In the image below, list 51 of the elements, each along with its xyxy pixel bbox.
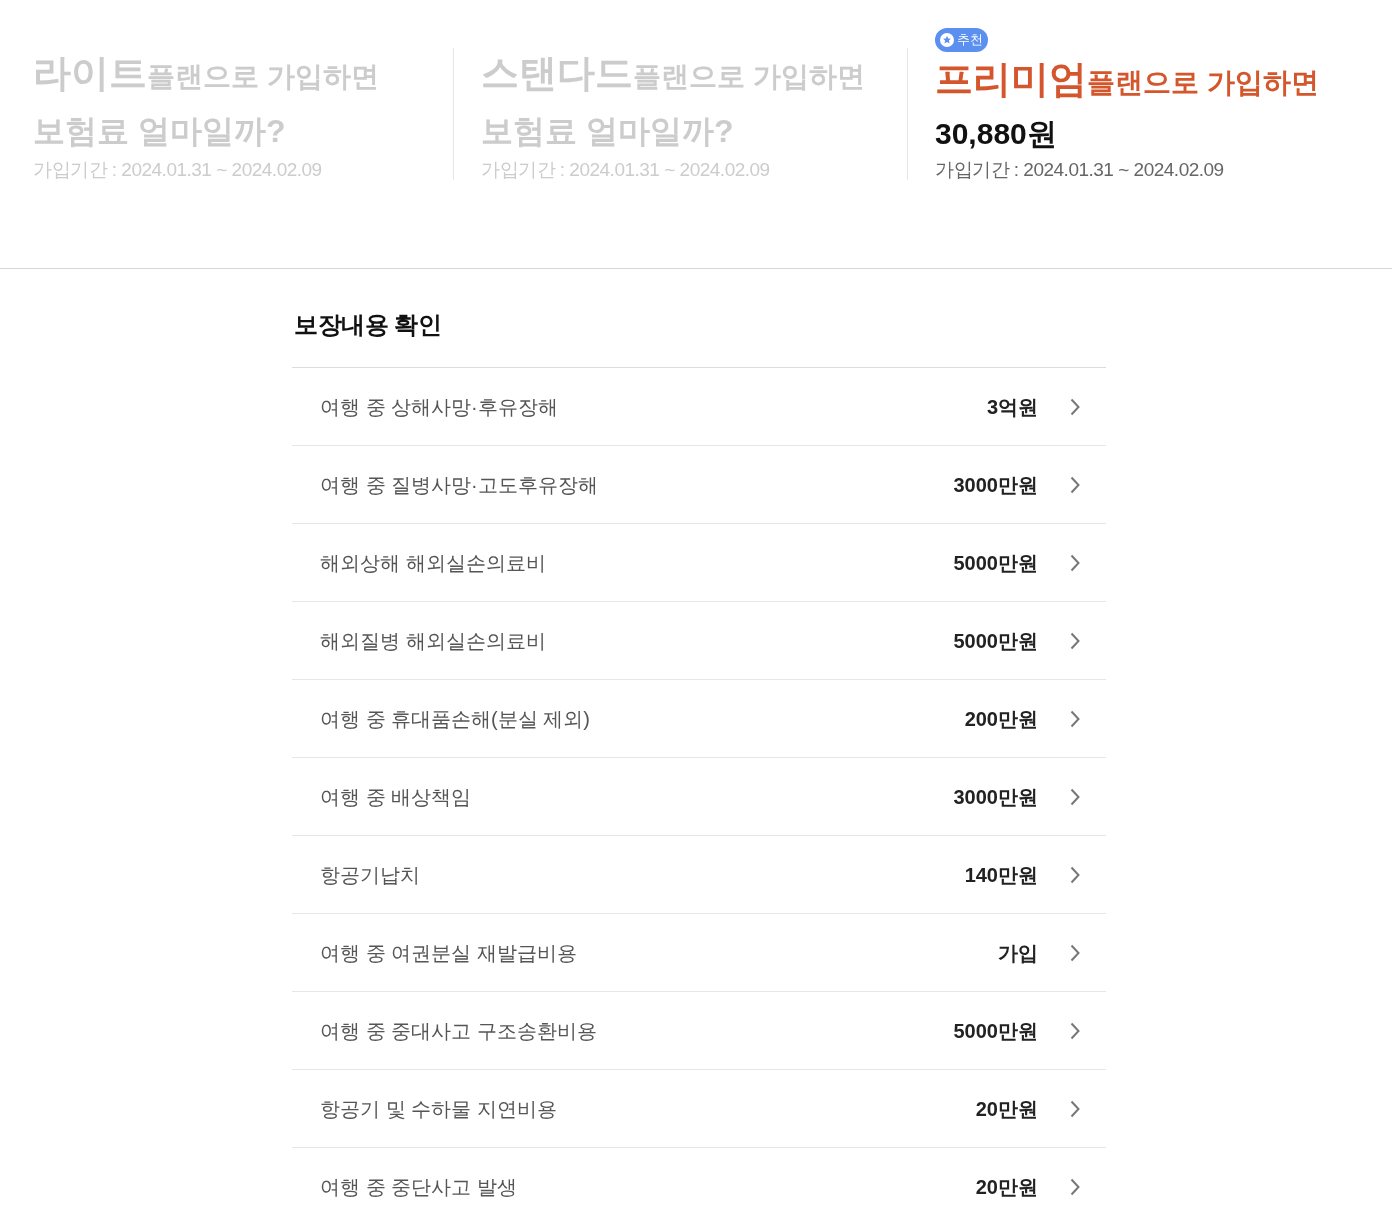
coverage-label: 여행 중 배상책임	[320, 784, 473, 810]
coverage-amount: 20만원	[975, 1174, 1038, 1200]
coverage-amount: 3000만원	[953, 784, 1038, 810]
price: 30,880원	[935, 116, 1058, 152]
coverage-label: 여행 중 중단사고 발생	[320, 1174, 518, 1200]
chevron-right-icon	[1070, 1099, 1080, 1118]
coverage-amount: 3억원	[986, 394, 1038, 420]
chevron-right-icon	[1070, 787, 1080, 806]
chevron-right-icon	[1070, 943, 1080, 962]
chevron-right-icon	[1070, 631, 1080, 650]
plan-option[interactable]: 추천 프리미엄 플랜으로 가입하면 30,880원 가입기간 : 2024.01.31 ~ 2024.02.09	[908, 0, 1362, 268]
coverage-label: 여행 중 중대사고 구조송환비용	[320, 1018, 598, 1044]
chevron-right-icon	[1070, 475, 1080, 494]
coverage-amount: 가입	[998, 940, 1038, 966]
chevron-right-icon	[1070, 397, 1080, 416]
star-icon	[940, 33, 954, 47]
coverage-row[interactable]: 여행 중 질병사망·고도후유장해 3000만원	[292, 446, 1106, 524]
coverage-label: 항공기 및 수하물 지연비용	[320, 1096, 558, 1122]
coverage-row[interactable]: 항공기납치 140만원	[292, 836, 1106, 914]
section-title: 보장내용 확인	[293, 310, 443, 340]
coverage-row[interactable]: 여행 중 중단사고 발생 20만원	[292, 1148, 1106, 1224]
coverage-row[interactable]: 해외질병 해외실손의료비 5000만원	[292, 602, 1106, 680]
chevron-right-icon	[1070, 1021, 1080, 1040]
coverage-amount: 3000만원	[953, 472, 1038, 498]
coverage-label: 여행 중 상해사망·후유장해	[320, 394, 559, 420]
coverage-label: 해외상해 해외실손의료비	[320, 550, 547, 576]
coverage-row[interactable]: 해외상해 해외실손의료비 5000만원	[292, 524, 1106, 602]
coverage-label: 해외질병 해외실손의료비	[320, 628, 547, 654]
chevron-right-icon	[1070, 553, 1080, 572]
coverage-amount: 5000만원	[953, 1018, 1038, 1044]
coverage-row[interactable]: 여행 중 상해사망·후유장해 3억원	[292, 368, 1106, 446]
recommend-badge: 추천	[935, 28, 988, 52]
coverage-label: 여행 중 여권분실 재발급비용	[320, 940, 578, 966]
chevron-right-icon	[1070, 709, 1080, 728]
coverage-label: 여행 중 질병사망·고도후유장해	[320, 472, 599, 498]
plan-title: 프리미엄 플랜으로 가입하면	[935, 57, 1320, 102]
coverage-label: 항공기납치	[320, 862, 421, 888]
coverage-row[interactable]: 여행 중 배상책임 3000만원	[292, 758, 1106, 836]
coverage-row[interactable]: 여행 중 휴대품손해(분실 제외) 200만원	[292, 680, 1106, 758]
coverage-amount: 5000만원	[953, 550, 1038, 576]
coverage-amount: 5000만원	[953, 628, 1038, 654]
coverage-row[interactable]: 여행 중 중대사고 구조송환비용 5000만원	[292, 992, 1106, 1070]
period-text: 가입기간 : 2024.01.31 ~ 2024.02.09	[935, 158, 1225, 182]
coverage-row[interactable]: 항공기 및 수하물 지연비용 20만원	[292, 1070, 1106, 1148]
coverage-amount: 20만원	[975, 1096, 1038, 1122]
chevron-right-icon	[1070, 1177, 1080, 1196]
coverage-amount: 200만원	[964, 706, 1038, 732]
coverage-row[interactable]: 여행 중 여권분실 재발급비용 가입	[292, 914, 1106, 992]
coverage-label: 여행 중 휴대품손해(분실 제외)	[320, 706, 591, 732]
coverage-amount: 140만원	[964, 862, 1038, 888]
chevron-right-icon	[1070, 865, 1080, 884]
